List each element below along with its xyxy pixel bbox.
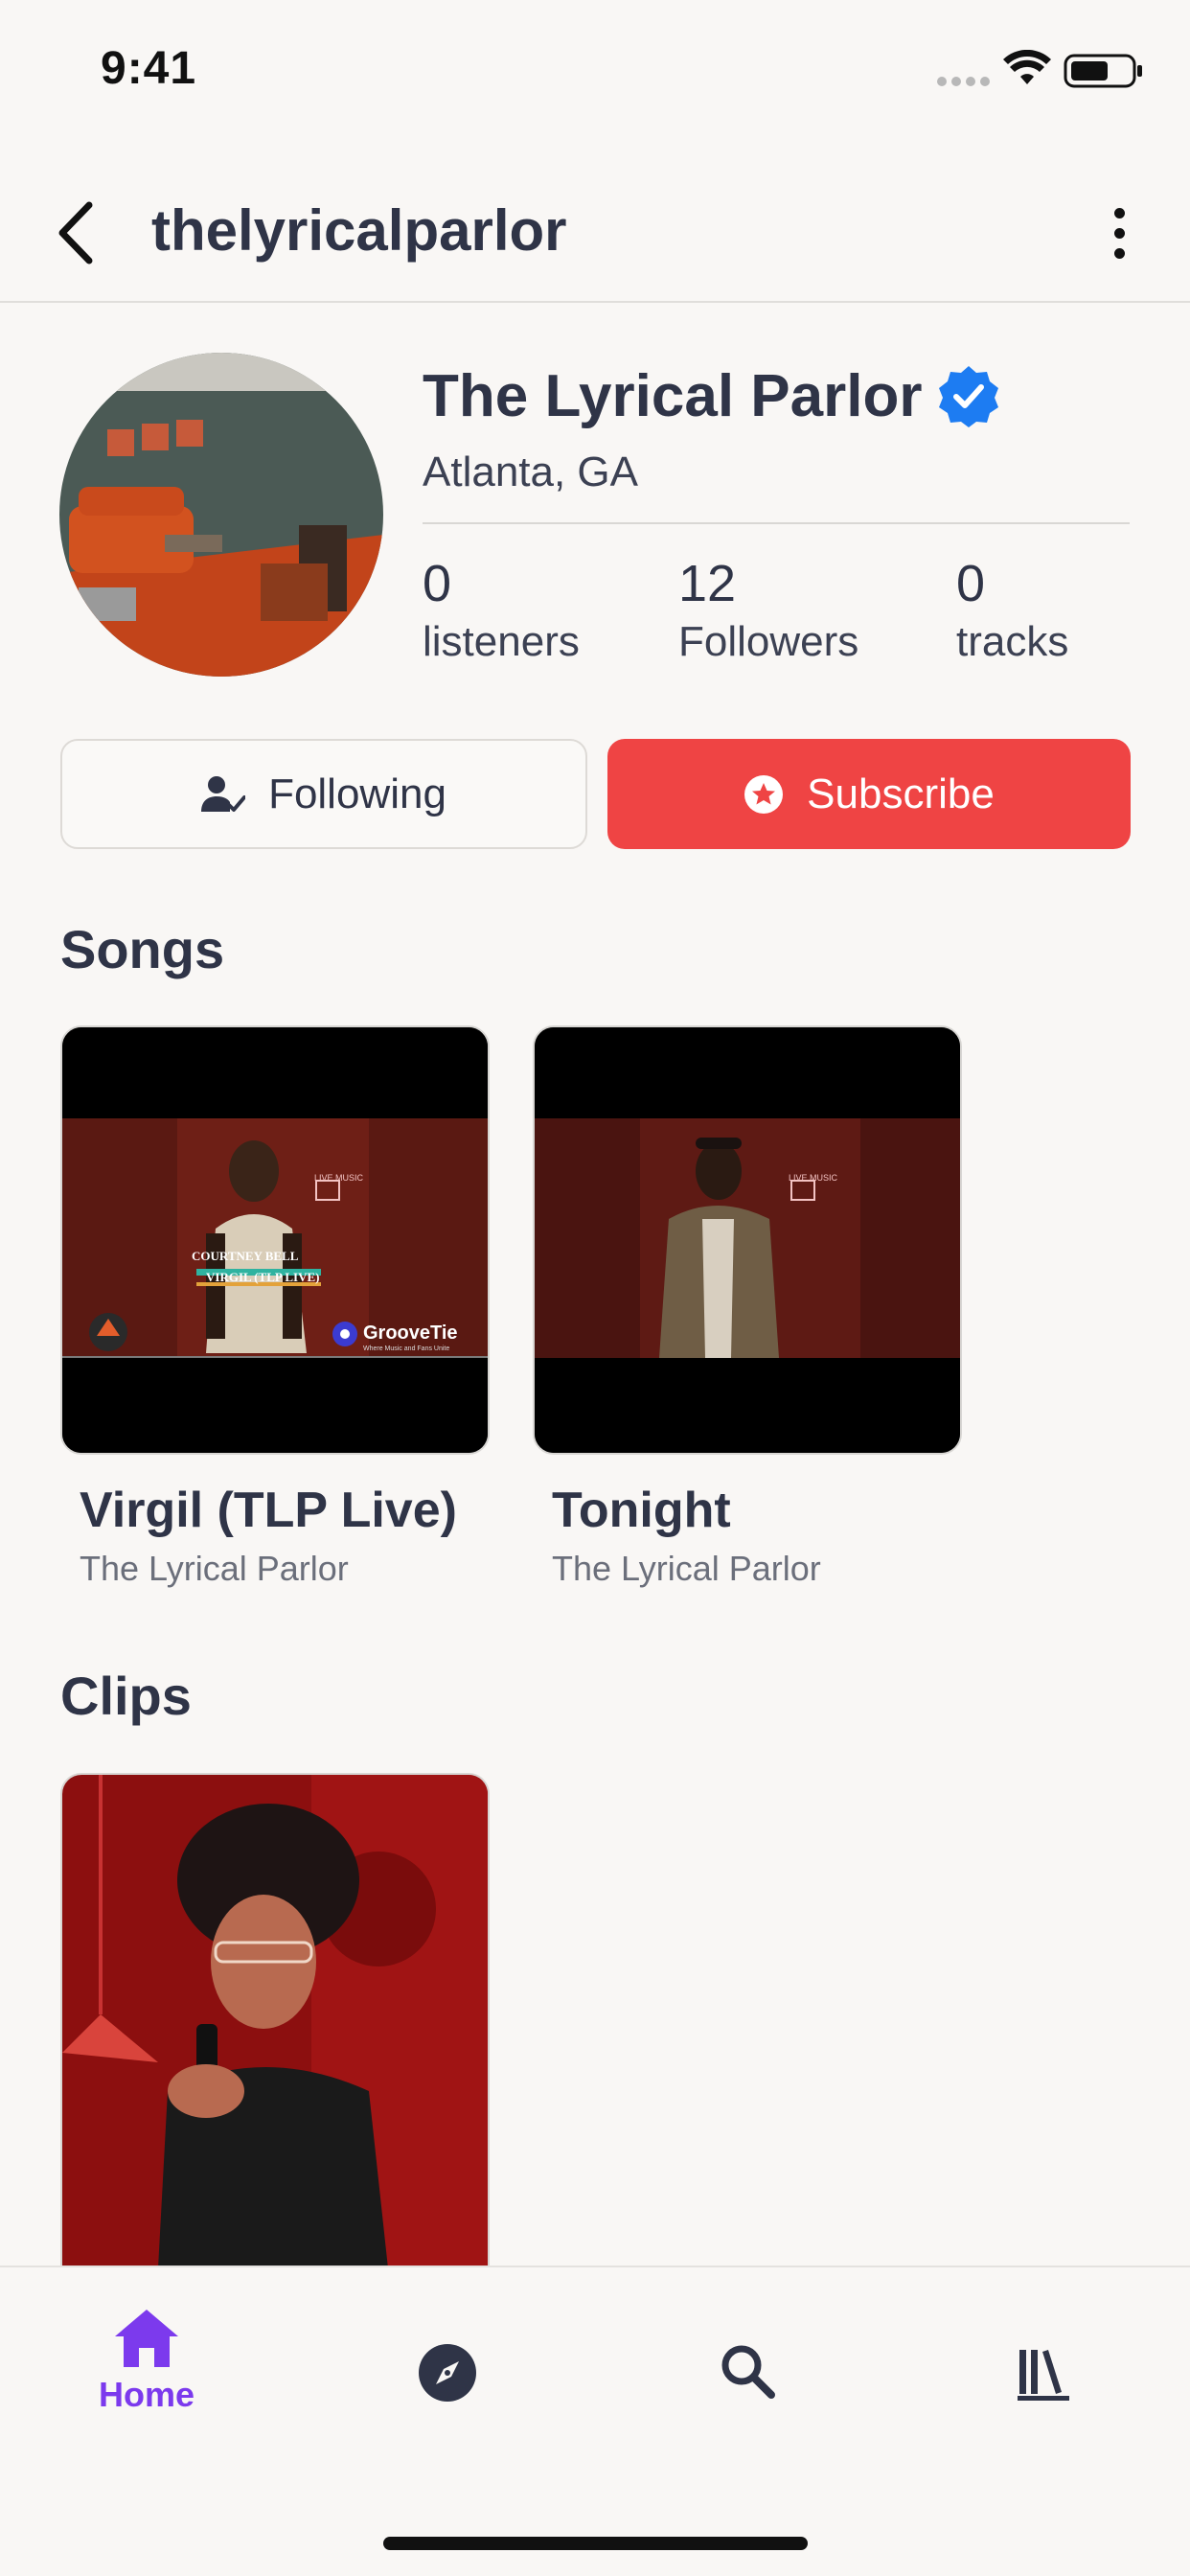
stat-label: tracks <box>956 618 1069 665</box>
following-button[interactable]: Following <box>60 739 587 849</box>
header: thelyricalparlor <box>0 163 1190 303</box>
profile-name: The Lyrical Parlor <box>423 363 923 429</box>
stat-listeners: 0 listeners <box>423 554 580 671</box>
avatar <box>59 353 383 677</box>
song-title: Tonight <box>552 1483 731 1538</box>
page-title: thelyricalparlor <box>151 198 567 263</box>
status-time: 9:41 <box>101 43 197 94</box>
following-label: Following <box>268 770 446 817</box>
groovetie-logo-text: GrooveTie <box>363 1322 458 1344</box>
chevron-left-icon <box>58 201 93 264</box>
stat-tracks: 0 tracks <box>956 554 1068 671</box>
compass-icon <box>419 2344 476 2402</box>
stat-value: 0 <box>956 555 986 612</box>
stat-value: 0 <box>423 555 452 612</box>
live-music-sign: LIVE MUSIC <box>314 1173 364 1183</box>
more-dots-icon <box>1113 207 1125 218</box>
songs-section-title: Songs <box>60 919 225 979</box>
song-card[interactable]: LIVE MUSIC Tonight The Lyrical Parlor <box>533 1025 962 1589</box>
tab-explore[interactable] <box>414 2342 481 2404</box>
tab-bar: Home <box>0 2266 1190 2576</box>
song-title: Virgil (TLP Live) <box>80 1483 457 1538</box>
song-card[interactable]: LIVE MUSIC COURTNEY BELL VIRGIL (TLP LIV… <box>60 1025 490 1589</box>
more-options-button[interactable] <box>1100 196 1138 270</box>
song-artist: The Lyrical Parlor <box>552 1549 821 1588</box>
search-icon <box>721 2345 775 2399</box>
groovetie-tagline: Where Music and Fans Unite <box>363 1346 449 1352</box>
clip-thumbnail <box>62 1775 488 2266</box>
overlay-artist-text: COURTNEY BELL <box>192 1249 299 1263</box>
overlay-track-text: VIRGIL (TLP LIVE) <box>206 1270 319 1284</box>
tab-search[interactable] <box>714 2342 781 2400</box>
stat-value: 12 <box>678 555 737 612</box>
tab-home-label: Home <box>98 2375 195 2414</box>
clip-card[interactable] <box>60 1773 490 2266</box>
tab-library[interactable] <box>1011 2344 1078 2402</box>
avatar-image <box>59 353 383 677</box>
tab-home[interactable]: Home <box>91 2308 202 2415</box>
home-indicator <box>383 2537 808 2550</box>
wifi-icon <box>1003 50 1051 84</box>
verified-badge-icon <box>939 366 998 427</box>
home-icon <box>115 2310 178 2367</box>
star-circle-icon <box>744 774 784 814</box>
stat-label: listeners <box>423 618 580 665</box>
subscribe-label: Subscribe <box>807 770 995 817</box>
user-check-icon <box>201 775 246 812</box>
cellular-signal-icon <box>937 77 990 86</box>
song-thumbnail[interactable]: LIVE MUSIC <box>533 1025 962 1455</box>
clips-section-title: Clips <box>60 1666 192 1726</box>
library-icon <box>1018 2350 1069 2401</box>
stat-label: Followers <box>678 618 859 665</box>
song-artist: The Lyrical Parlor <box>80 1549 349 1588</box>
subscribe-button[interactable]: Subscribe <box>607 739 1131 849</box>
divider <box>423 522 1130 524</box>
battery-icon <box>1064 54 1142 88</box>
back-button[interactable] <box>42 196 109 270</box>
song-thumbnail[interactable]: LIVE MUSIC COURTNEY BELL VIRGIL (TLP LIV… <box>60 1025 490 1455</box>
status-bar: 9:41 <box>0 0 1190 144</box>
stat-followers[interactable]: 12 Followers <box>678 554 858 671</box>
profile-location: Atlanta, GA <box>423 448 639 495</box>
live-music-sign: LIVE MUSIC <box>789 1173 838 1183</box>
